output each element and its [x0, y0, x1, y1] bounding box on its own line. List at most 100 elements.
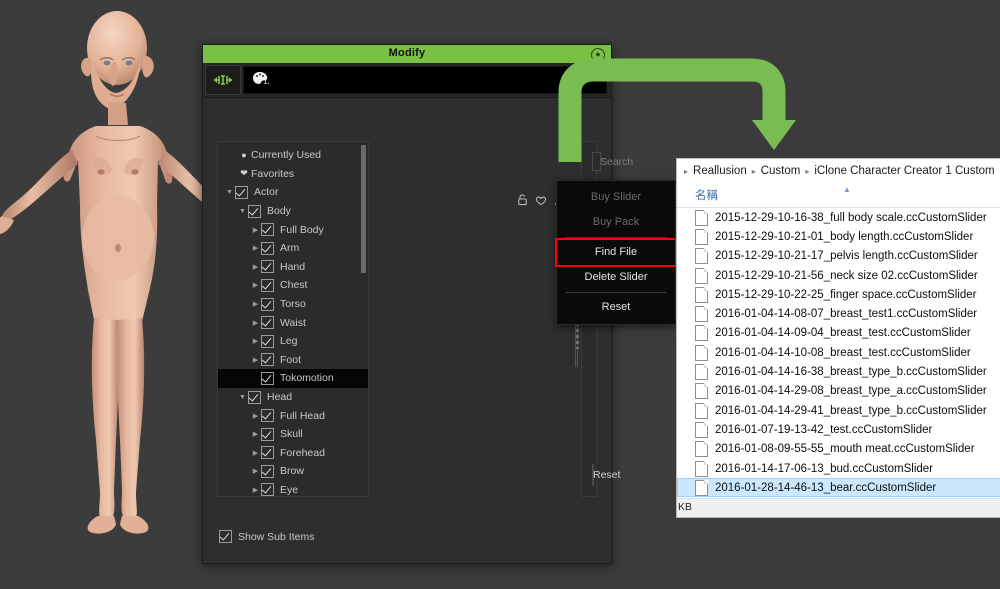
modify-panel-titlebar[interactable]: Modify ● [203, 45, 611, 63]
close-circle-icon[interactable]: ● [591, 48, 605, 62]
chevron-right-icon[interactable]: ▶ [250, 467, 261, 475]
menu-item-delete-slider[interactable]: Delete Slider [557, 265, 675, 290]
tree-item-checkbox[interactable] [261, 278, 274, 292]
file-list-item[interactable]: 2016-01-04-14-08-07_breast_test1.ccCusto… [677, 304, 1000, 323]
menu-item-reset[interactable]: Reset [557, 295, 675, 320]
chevron-down-icon[interactable]: ▼ [237, 394, 248, 401]
modify-panel: Modify ● L ● Currently Used ❤ Favorites … [202, 44, 777, 564]
tree-item-forehead[interactable]: ▶ Forehead [218, 444, 368, 463]
tree-item-skull[interactable]: ▶ Skull [218, 425, 368, 444]
tree-item-waist[interactable]: ▶ Waist [218, 313, 368, 332]
breadcrumb[interactable]: ▸ Reallusion ▸ Custom ▸ iClone Character Crea… [677, 159, 1000, 183]
chevron-right-icon[interactable]: ▶ [250, 486, 261, 494]
tree-item-label: Body [267, 205, 291, 218]
file-list-item[interactable]: 2016-01-08-09-55-55_mouth meat.ccCustomS… [677, 440, 1000, 459]
file-list-item[interactable]: 2016-01-04-14-16-38_breast_type_b.ccCust… [677, 362, 1000, 381]
tree-item-checkbox[interactable] [261, 409, 274, 423]
tree-item-checkbox[interactable] [235, 185, 248, 199]
file-list-item[interactable]: 2016-01-04-14-10-08_breast_test.ccCustom… [677, 343, 1000, 362]
file-list-item[interactable]: 2015-12-29-10-21-56_neck size 02.ccCusto… [677, 266, 1000, 285]
tree-item-brow[interactable]: ▶ Brow [218, 462, 368, 481]
file-list-item[interactable]: 2016-01-04-14-29-41_breast_type_b.ccCust… [677, 401, 1000, 420]
tree-item-tokomotion[interactable]: Tokomotion [218, 369, 368, 388]
file-list-item[interactable]: 2016-01-14-17-06-13_bud.ccCustomSlider [677, 459, 1000, 478]
tree-item-checkbox[interactable] [261, 427, 274, 441]
file-list-item[interactable]: 2015-12-29-10-22-25_finger space.ccCusto… [677, 285, 1000, 304]
toolbar-name-field[interactable]: L [243, 66, 607, 94]
tree-item-label: Forehead [280, 446, 325, 459]
search-input[interactable]: Search [592, 152, 633, 171]
tree-item-checkbox[interactable] [261, 297, 274, 311]
show-sub-items-checkbox[interactable] [219, 530, 232, 543]
file-name: 2015-12-29-10-21-17_pelvis length.ccCust… [715, 250, 978, 263]
tree-item-checkbox[interactable] [261, 446, 274, 460]
file-list-item[interactable]: 2015-12-29-10-21-17_pelvis length.ccCust… [677, 247, 1000, 266]
file-list-item[interactable]: 2016-01-04-14-29-08_breast_type_a.ccCust… [677, 382, 1000, 401]
tree-item-checkbox[interactable] [261, 371, 274, 385]
chevron-right-icon[interactable]: ▶ [250, 356, 261, 364]
show-sub-items-row[interactable]: Show Sub Items [219, 530, 314, 543]
chevron-right-icon[interactable]: ▶ [250, 337, 261, 345]
tree-item-label: Brow [280, 465, 304, 478]
tree-item-head[interactable]: ▼ Head [218, 388, 368, 407]
tree-item-checkbox[interactable] [261, 483, 274, 496]
file-list-item[interactable]: 2015-12-29-10-21-01_body length.ccCustom… [677, 227, 1000, 246]
modify-scale-icon[interactable] [205, 65, 241, 95]
column-header-name[interactable]: 名稱 [695, 187, 718, 203]
tree-item-currently-used[interactable]: ● Currently Used [218, 146, 368, 165]
tree-item-chest[interactable]: ▶ Chest [218, 276, 368, 295]
lock-icon[interactable] [517, 194, 528, 206]
file-icon [695, 421, 708, 438]
chevron-right-icon[interactable]: ▶ [250, 412, 261, 420]
file-icon [695, 209, 708, 226]
tree-item-hand[interactable]: ▶ Hand [218, 258, 368, 277]
tree-item-label: Leg [280, 335, 298, 348]
file-list[interactable]: 2015-12-29-10-16-38_full body scale.ccCu… [677, 208, 1000, 499]
tree-scrollbar-thumb[interactable] [361, 145, 366, 273]
tree-item-eye[interactable]: ▶ Eye [218, 481, 368, 496]
breadcrumb-segment[interactable]: Reallusion [693, 165, 747, 177]
tree-item-checkbox[interactable] [261, 464, 274, 478]
chevron-right-icon[interactable]: ▶ [250, 226, 261, 234]
tree-item-full-body[interactable]: ▶ Full Body [218, 220, 368, 239]
chevron-right-icon[interactable]: ▶ [250, 430, 261, 438]
tree-item-checkbox[interactable] [248, 390, 261, 404]
chevron-right-icon[interactable]: ▶ [250, 449, 261, 457]
chevron-right-icon[interactable]: ▶ [250, 281, 261, 289]
breadcrumb-segment[interactable]: Custom [761, 165, 801, 177]
tree-item-label: Chest [280, 279, 308, 292]
tree-item-leg[interactable]: ▶ Leg [218, 332, 368, 351]
chevron-right-icon[interactable]: ▶ [250, 263, 261, 271]
category-tree-pane[interactable]: ● Currently Used ❤ Favorites ▼ Actor ▼ Body ▶ Ful… [217, 141, 369, 497]
tree-item-favorites[interactable]: ❤ Favorites [218, 165, 368, 184]
tree-item-checkbox[interactable] [261, 260, 274, 274]
chevron-right-icon[interactable]: ▶ [250, 319, 261, 327]
tree-item-checkbox[interactable] [248, 204, 261, 218]
chevron-right-icon[interactable]: ▶ [250, 244, 261, 252]
breadcrumb-segment[interactable]: iClone Character Creator 1 Custom [814, 165, 994, 177]
tree-item-checkbox[interactable] [261, 241, 274, 255]
file-list-item[interactable]: 2016-01-28-14-46-13_bear.ccCustomSlider [677, 478, 1000, 498]
file-list-item[interactable]: 2015-12-29-10-16-38_full body scale.ccCu… [677, 208, 1000, 227]
tree-item-checkbox[interactable] [261, 223, 274, 237]
chevron-down-icon[interactable]: ▼ [237, 208, 248, 215]
tree-item-arm[interactable]: ▶ Arm [218, 239, 368, 258]
heart-icon[interactable] [535, 195, 547, 206]
tree-item-body[interactable]: ▼ Body [218, 202, 368, 221]
tree-item-actor[interactable]: ▼ Actor [218, 183, 368, 202]
chevron-down-icon[interactable]: ▼ [224, 189, 235, 196]
tree-item-checkbox[interactable] [261, 334, 274, 348]
tree-item-foot[interactable]: ▶ Foot [218, 351, 368, 370]
menu-separator [565, 292, 667, 293]
chevron-right-icon[interactable]: ▶ [250, 300, 261, 308]
menu-item-find-file[interactable]: Find File [555, 238, 677, 267]
tree-item-checkbox[interactable] [261, 316, 274, 330]
tree-item-checkbox[interactable] [261, 353, 274, 367]
tree-item-torso[interactable]: ▶ Torso [218, 295, 368, 314]
tree-item-label: Eye [280, 483, 299, 496]
file-list-item[interactable]: 2016-01-04-14-09-04_breast_test.ccCustom… [677, 324, 1000, 343]
file-list-item[interactable]: 2016-01-07-19-13-42_test.ccCustomSlider [677, 420, 1000, 439]
reset-button[interactable]: Reset [592, 464, 620, 486]
tree-item-full-head[interactable]: ▶ Full Head [218, 406, 368, 425]
menu-item-buy-slider: Buy Slider [590, 191, 642, 203]
